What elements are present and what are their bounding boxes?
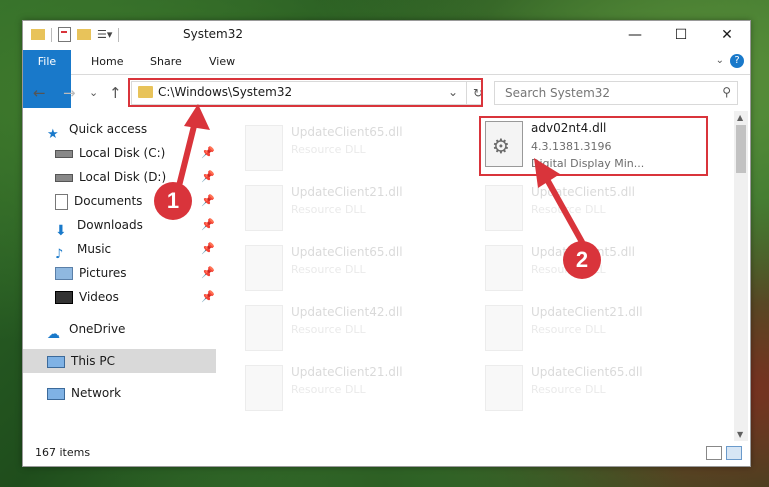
dll-file-icon [245, 245, 283, 291]
file-type: Resource DLL [291, 323, 366, 336]
sidebar-item-label: This PC [71, 354, 115, 368]
pin-icon[interactable]: 📌 [201, 261, 215, 285]
large-icons-view-icon[interactable] [726, 446, 742, 460]
tab-view[interactable]: View [197, 50, 247, 74]
tab-share[interactable]: Share [138, 50, 194, 74]
videos-icon [55, 291, 73, 304]
status-bar: 167 items [23, 442, 750, 464]
sidebar-item-label: Videos [79, 290, 119, 304]
new-folder-icon[interactable] [77, 29, 91, 40]
file-type: Resource DLL [291, 263, 366, 276]
sidebar-item-label: Downloads [77, 218, 143, 232]
ribbon-tabs: File Home Share View ⌄ ? [23, 50, 750, 108]
search-box[interactable]: ⚲ [494, 81, 738, 105]
search-input[interactable] [503, 82, 707, 104]
back-button[interactable]: ← [33, 84, 46, 102]
file-name: UpdateClient21.dll [291, 365, 403, 379]
sidebar-item-this-pc[interactable]: This PC [23, 349, 216, 373]
drive-icon [55, 173, 73, 182]
tab-home[interactable]: Home [79, 50, 135, 74]
dll-file-icon [485, 245, 523, 291]
sidebar-item-label: OneDrive [69, 322, 126, 336]
search-icon[interactable]: ⚲ [722, 85, 731, 99]
file-tile[interactable]: UpdateClient65.dll Resource DLL [477, 359, 697, 417]
file-name: UpdateClient65.dll [531, 365, 643, 379]
vertical-scrollbar[interactable]: ▲ ▼ [734, 111, 748, 441]
title-bar: ☰▾ System32 — ☐ ✕ [23, 21, 750, 49]
file-type: Resource DLL [291, 383, 366, 396]
download-icon: ⬇ [55, 222, 67, 239]
item-count: 167 items [35, 446, 91, 459]
details-view-icon[interactable] [706, 446, 722, 460]
file-type: Resource DLL [291, 203, 366, 216]
file-type: Resource DLL [531, 323, 606, 336]
sidebar-item-network[interactable]: Network [47, 381, 207, 405]
file-name: UpdateClient65.dll [291, 245, 403, 259]
step-badge-1: 1 [154, 182, 192, 220]
documents-icon [55, 193, 68, 210]
network-icon [47, 387, 65, 400]
dll-file-icon [245, 365, 283, 411]
music-icon: ♪ [55, 246, 64, 262]
quick-access-toolbar: ☰▾ [31, 27, 120, 42]
star-icon: ★ [47, 126, 59, 142]
dll-file-icon [485, 305, 523, 351]
file-tile[interactable]: UpdateClient21.dll Resource DLL [477, 299, 697, 357]
folder-icon[interactable] [31, 29, 45, 40]
dll-file-icon [245, 305, 283, 351]
drive-icon [55, 149, 73, 158]
recent-locations-button[interactable]: ⌄ [89, 86, 98, 99]
scrollbar-thumb[interactable] [736, 125, 746, 173]
toolbar-divider [51, 27, 52, 42]
dll-file-icon [485, 365, 523, 411]
toolbar-divider [118, 27, 120, 42]
file-tile[interactable]: UpdateClient42.dll Resource DLL [237, 299, 457, 357]
file-type: Resource DLL [291, 143, 366, 156]
pin-icon[interactable]: 📌 [201, 285, 215, 309]
dll-file-icon [245, 185, 283, 231]
up-button[interactable]: ↑ [109, 84, 122, 102]
file-name: UpdateClient21.dll [531, 305, 643, 319]
step-badge-2: 2 [563, 241, 601, 279]
file-tile[interactable]: UpdateClient65.dll Resource DLL [237, 119, 457, 177]
help-icon[interactable]: ? [730, 54, 744, 68]
computer-icon [47, 355, 65, 368]
file-name: UpdateClient65.dll [291, 125, 403, 139]
scroll-up-icon[interactable]: ▲ [737, 113, 743, 122]
file-name: UpdateClient42.dll [291, 305, 403, 319]
scroll-down-icon[interactable]: ▼ [737, 430, 743, 439]
sidebar-item-pictures[interactable]: Pictures 📌 [55, 261, 215, 285]
sidebar-item-onedrive[interactable]: ☁ OneDrive [47, 317, 207, 342]
sidebar-item-label: Network [71, 386, 122, 400]
file-type: Resource DLL [531, 383, 606, 396]
customize-toolbar-icon[interactable]: ☰▾ [97, 28, 112, 41]
close-button[interactable]: ✕ [704, 21, 750, 49]
expand-ribbon-icon[interactable]: ⌄ [716, 55, 724, 66]
cloud-icon: ☁ [47, 326, 60, 342]
pictures-icon [55, 267, 73, 280]
sidebar-item-label: Documents [74, 194, 143, 208]
file-tile[interactable]: UpdateClient21.dll Resource DLL [237, 359, 457, 417]
window-title: System32 [183, 27, 244, 41]
file-tile[interactable]: UpdateClient65.dll Resource DLL [237, 239, 457, 297]
file-name: UpdateClient21.dll [291, 185, 403, 199]
maximize-button[interactable]: ☐ [658, 21, 704, 49]
sidebar-item-music[interactable]: ♪ Music 📌 [55, 237, 215, 262]
sidebar-item-videos[interactable]: Videos 📌 [55, 285, 215, 309]
sidebar-item-label: Music [77, 242, 112, 256]
forward-button[interactable]: → [63, 84, 76, 102]
pin-icon[interactable]: 📌 [201, 237, 215, 261]
file-tile[interactable]: UpdateClient21.dll Resource DLL [237, 179, 457, 237]
arrow-to-file [534, 158, 585, 245]
sidebar-item-label: Pictures [79, 266, 127, 280]
dll-file-icon [245, 125, 283, 171]
properties-icon[interactable] [58, 27, 71, 42]
sidebar-item-label: Quick access [69, 122, 148, 136]
dll-file-icon [485, 185, 523, 231]
minimize-button[interactable]: — [612, 21, 658, 49]
